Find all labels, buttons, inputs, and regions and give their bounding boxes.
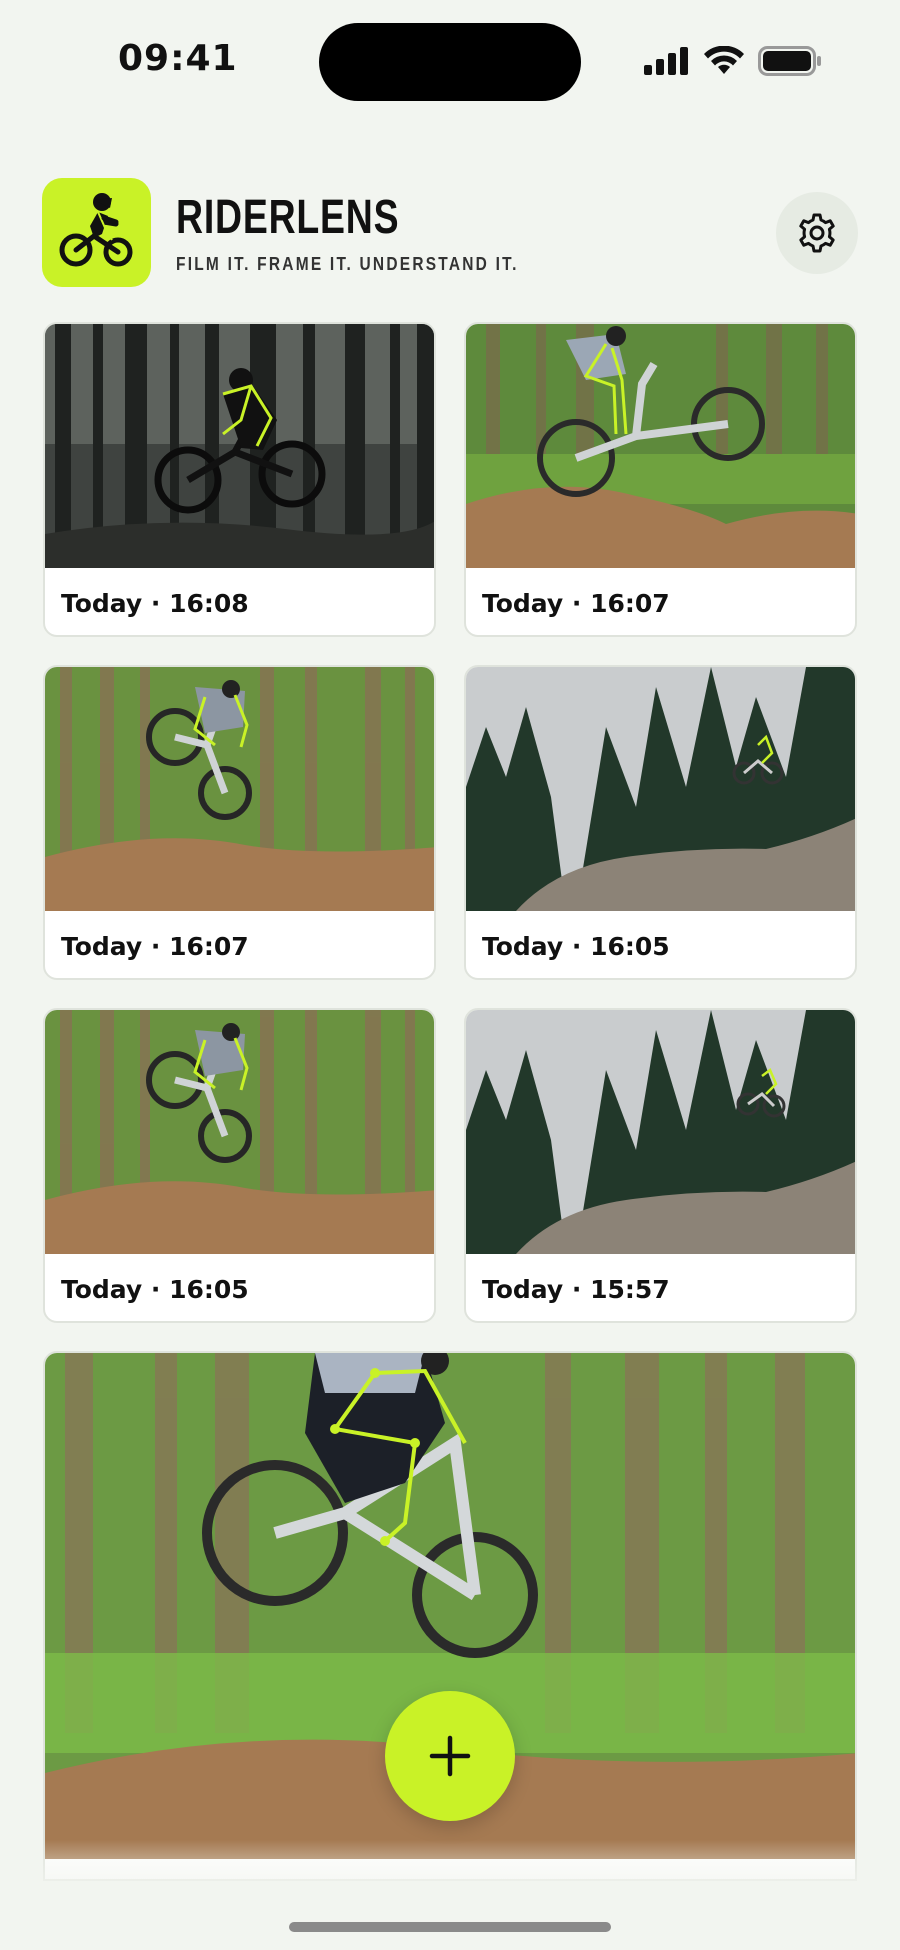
bike-rider-logo-icon xyxy=(42,178,151,287)
clip-thumbnail xyxy=(45,1010,434,1254)
status-bar: 09:41 xyxy=(0,0,900,120)
bottom-fade xyxy=(0,1840,900,1950)
app-title: RIDERLENS xyxy=(176,191,400,244)
status-time: 09:41 xyxy=(118,38,238,79)
battery-icon xyxy=(758,46,821,76)
wifi-icon xyxy=(704,46,744,74)
home-indicator[interactable] xyxy=(289,1922,611,1932)
clip-card[interactable]: Today · 16:08 xyxy=(43,322,436,637)
clip-timestamp: Today · 16:05 xyxy=(61,1275,249,1304)
app-tagline: FILM IT. FRAME IT. UNDERSTAND IT. xyxy=(176,254,519,274)
clip-timestamp: Today · 15:57 xyxy=(482,1275,670,1304)
app-header: RIDERLENS FILM IT. FRAME IT. UNDERSTAND … xyxy=(42,178,858,288)
clip-thumbnail xyxy=(45,667,434,911)
dynamic-island xyxy=(319,23,581,101)
clip-timestamp: Today · 16:05 xyxy=(482,932,670,961)
clip-timestamp: Today · 16:07 xyxy=(61,932,249,961)
clip-thumbnail xyxy=(45,324,434,568)
clip-card[interactable]: Today · 16:05 xyxy=(43,1008,436,1323)
clip-thumbnail xyxy=(466,1010,855,1254)
clip-card[interactable]: Today · 16:05 xyxy=(464,665,857,980)
clip-card[interactable]: Today · 16:07 xyxy=(464,322,857,637)
add-clip-button[interactable] xyxy=(385,1691,515,1821)
gear-icon xyxy=(799,213,835,253)
settings-button[interactable] xyxy=(776,192,858,274)
clip-card[interactable]: Today · 16:07 xyxy=(43,665,436,980)
clip-thumbnail xyxy=(466,667,855,911)
plus-icon xyxy=(429,1735,471,1777)
cellular-signal-icon xyxy=(644,47,688,75)
clip-thumbnail xyxy=(466,324,855,568)
status-icons xyxy=(644,46,822,76)
clip-timestamp: Today · 16:07 xyxy=(482,589,670,618)
clip-timestamp: Today · 16:08 xyxy=(61,589,249,618)
clip-card[interactable]: Today · 15:57 xyxy=(464,1008,857,1323)
